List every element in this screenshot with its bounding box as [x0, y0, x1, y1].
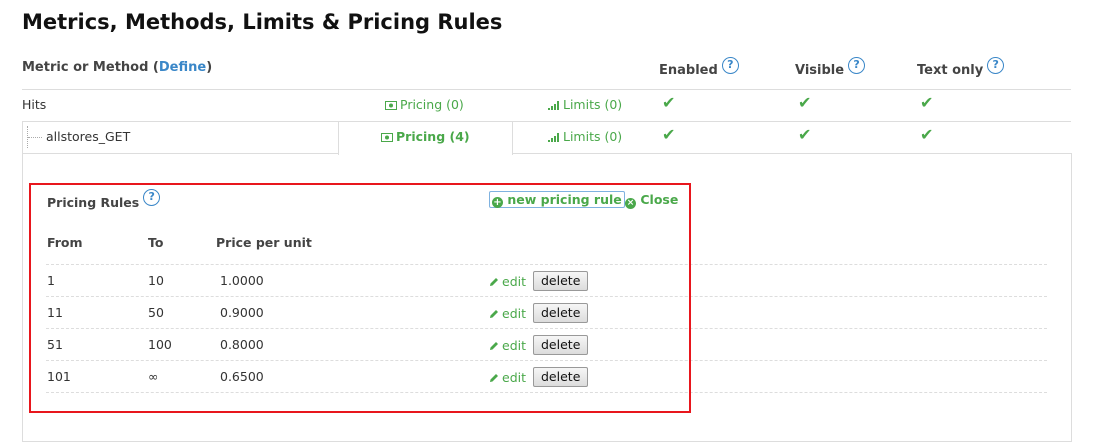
pricing-label: Pricing (4): [396, 129, 470, 144]
pricing-link-allstores[interactable]: Pricing (4): [381, 129, 470, 144]
text-only-header-label: Text only: [917, 63, 984, 78]
enabled-column-header: Enabled?: [659, 57, 739, 78]
metric-header-label: Metric or Method (: [22, 60, 159, 75]
enabled-checkmark-icon[interactable]: ✔: [662, 125, 675, 144]
money-icon: [385, 97, 400, 112]
pricing-label: Pricing (0): [400, 97, 464, 112]
visible-header-label: Visible: [795, 63, 845, 78]
visible-column-header: Visible?: [795, 57, 866, 78]
enabled-help-icon[interactable]: ?: [721, 57, 739, 74]
money-icon: [381, 129, 396, 144]
pricing-link-hits[interactable]: Pricing (0): [385, 97, 464, 112]
header-divider: [22, 89, 1071, 90]
define-link[interactable]: Define: [159, 60, 206, 75]
page-title: Metrics, Methods, Limits & Pricing Rules: [22, 10, 503, 34]
tree-branch: [28, 137, 42, 138]
limits-link-allstores[interactable]: Limits (0): [548, 129, 622, 144]
highlight-box: [29, 183, 691, 413]
visible-checkmark-icon[interactable]: ✔: [798, 93, 811, 112]
text-only-help-icon[interactable]: ?: [987, 57, 1005, 74]
visible-help-icon[interactable]: ?: [848, 57, 866, 74]
visible-checkmark-icon[interactable]: ✔: [798, 125, 811, 144]
text-only-checkmark-icon[interactable]: ✔: [920, 93, 933, 112]
metric-header-label-end: ): [206, 60, 213, 75]
enabled-checkmark-icon[interactable]: ✔: [662, 93, 675, 112]
limits-label: Limits (0): [563, 129, 623, 144]
limits-label: Limits (0): [563, 97, 623, 112]
text-only-checkmark-icon[interactable]: ✔: [920, 125, 933, 144]
enabled-header-label: Enabled: [659, 63, 718, 78]
bar-signal-icon: [548, 97, 563, 112]
bar-signal-icon: [548, 129, 563, 144]
limits-link-hits[interactable]: Limits (0): [548, 97, 622, 112]
panel-top-divider: [512, 153, 1072, 154]
metric-name-allstores-get: allstores_GET: [46, 129, 131, 144]
metric-column-header: Metric or Method (Define): [22, 60, 212, 75]
text-only-column-header: Text only?: [917, 57, 1005, 78]
metric-name-hits: Hits: [22, 97, 47, 112]
